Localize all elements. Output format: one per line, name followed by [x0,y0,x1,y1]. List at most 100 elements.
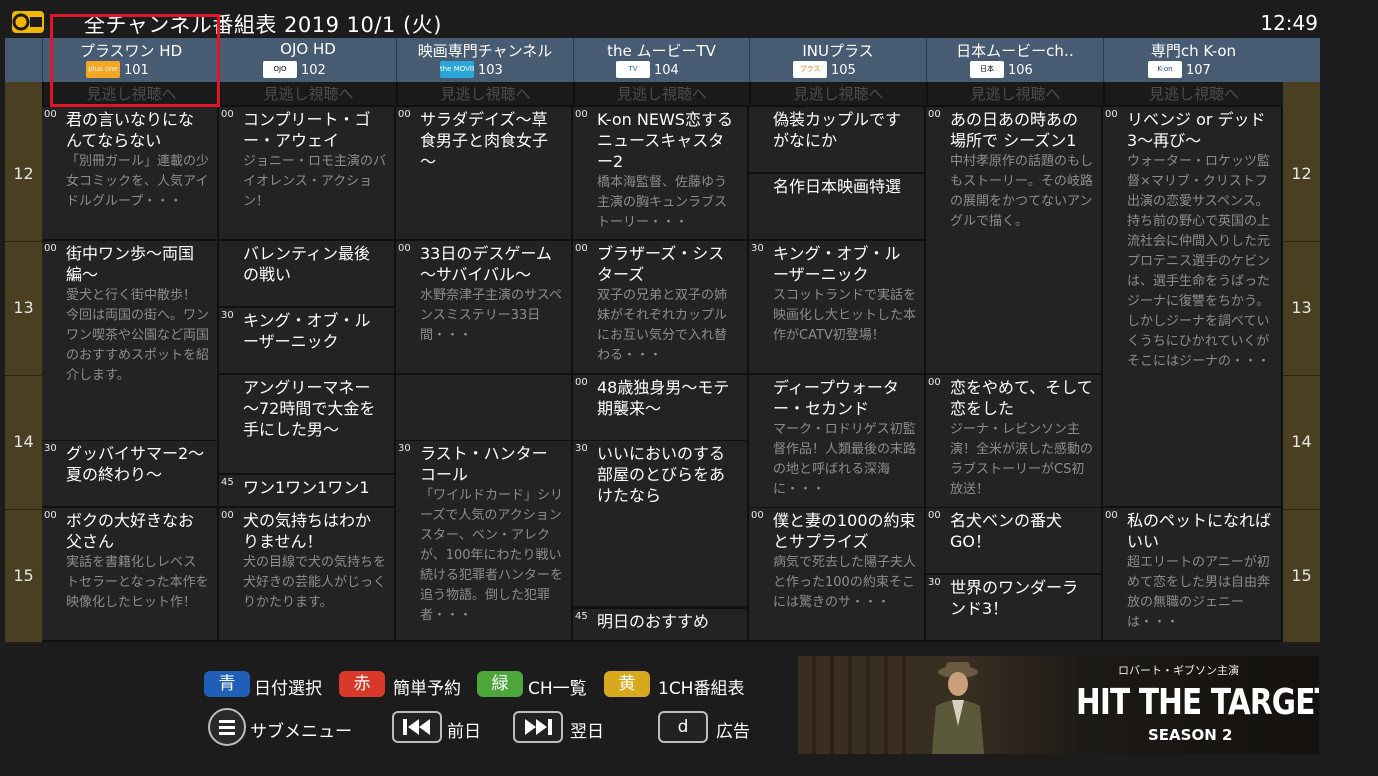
ad-season: SEASON 2 [1148,726,1233,744]
program-description: 「別冊ガール」連載の少女コミックを、人気アイドルグループ・・・ [66,154,210,209]
channel-number: 106 [1008,63,1033,78]
channel-header-104[interactable]: the ムービーTV TV 104 [573,38,749,82]
channel-number: 104 [654,63,679,78]
time-column-left: 12 13 14 15 [5,82,42,644]
program-cell[interactable]: 00 街中ワン歩～両国編～ 愛犬と行く街中散歩！ 今回は両国の街へ。ワンワン喫茶や公… [42,241,219,442]
missed-viewing-link[interactable]: 見逃し視聴へ [749,82,926,107]
program-description: 橋本海監督、佐藤ゆう主演の胸キュンラブストーリー・・・ [597,175,728,230]
submenu-button[interactable] [208,708,246,746]
missed-viewing-link[interactable]: 見逃し視聴へ [396,82,573,107]
program-cell[interactable]: 名作日本映画特選 [749,174,926,241]
program-title-block: 私のペットになればいい 超エリートのアニーが初めて恋をした男は自由奔放の無職のジェ… [1127,510,1273,633]
missed-viewing-link[interactable]: 見逃し視聴へ [573,82,749,107]
program-title: 犬の気持ちはわかりません！ [243,511,372,551]
program-title: 恋をやめて、そして恋をした [950,378,1093,418]
next-day-button[interactable] [513,711,563,743]
program-title: K-on NEWS恋するニュースキャスター2 [597,110,733,171]
missed-viewing-link[interactable]: 見逃し視聴へ [219,82,396,107]
program-title-block: K-on NEWS恋するニュースキャスター2 橋本海監督、佐藤ゆう主演の胸キュンラ… [597,109,739,233]
color-key-button[interactable]: 緑 [477,671,523,697]
program-cell[interactable]: 30 いいにおいのする部屋のとびらをあけたなら [573,441,749,608]
hour-label: 15 [13,566,34,585]
program-cell[interactable]: 30 キング・オブ・ルーザーニック スコットランドで実話を映画化し大ヒットした本作が… [749,241,926,375]
program-start-minute: 00 [575,109,588,120]
program-cell[interactable]: 00 ブラザーズ・シスターズ 双子の兄弟と双子の姉妹がそれぞれカップルにお互い気分で… [573,241,749,375]
program-cell[interactable]: 00 K-on NEWS恋するニュースキャスター2 橋本海監督、佐藤ゆう主演の胸キュ… [573,107,749,241]
program-cell[interactable]: 00 恋をやめて、そして恋をした ジーナ・レビンソン主演！全米が涙した感動のラブスト… [926,375,1103,509]
program-cell[interactable]: 00 リベンジ or デッド3～再び～ ウォーター・ロケッツ監督×マリブ・クリストフ… [1103,107,1283,508]
program-description: スコットランドで実話を映画化し大ヒットした本作がCATV初登場！ [773,288,917,343]
program-title-block [420,377,563,378]
color-key-button[interactable]: 黄 [604,671,650,697]
channel-header-103[interactable]: 映画専門チャンネル the MOVIE 103 [396,38,573,82]
channel-header-107[interactable]: 専門ch K-on K-on 107 [1103,38,1283,82]
program-title: ディープウォーター・セカンド [773,378,899,418]
program-title-block: 世界のワンダーランド3！ [950,577,1093,620]
program-cell[interactable]: 30 グッバイサマー2～夏の終わり～ [42,441,219,508]
program-start-minute: 00 [398,243,411,254]
channel-header-106[interactable]: 日本ムービーch‥ 日本 106 [926,38,1103,82]
channel-header-105[interactable]: INUプラス プラス 105 [749,38,926,82]
program-cell[interactable]: 45 ワン1ワン1ワン1 [219,475,396,508]
program-title: キング・オブ・ルーザーニック [773,244,901,284]
program-title: バレンティン最後の戦い [243,244,371,284]
program-cell[interactable]: 00 君の言いなりになんてならない 「別冊ガール」連載の少女コミックを、人気アイドル… [42,107,219,241]
channel-number: 103 [478,63,503,78]
missed-viewing-link[interactable]: 見逃し視聴へ [926,82,1103,107]
program-cell[interactable]: ディープウォーター・セカンド マーク・ロドリゲス初監督作品！人類最後の末路の地と呼… [749,375,926,509]
program-cell[interactable]: 00 ボクの大好きなお父さん 実話を書籍化しレベストセラーとなった本作を映像化したヒ… [42,508,219,642]
program-title: 名犬ベンの番犬GO！ [950,511,1063,551]
program-start-minute: 00 [928,510,941,521]
d-button[interactable]: d [658,711,708,743]
program-cell[interactable]: 00 48歳独身男～モテ期襲来～ [573,375,749,442]
program-cell[interactable]: 00 名犬ベンの番犬GO！ [926,508,1103,575]
program-description: 水野奈津子主演のサスペンスミステリー33日間・・・ [420,288,562,343]
program-cell[interactable]: 00 あの日あの時あの場所で シーズン1 中村孝原作の話題のもしもストーリー。その岐… [926,107,1103,375]
program-title-block: ディープウォーター・セカンド マーク・ロドリゲス初監督作品！人類最後の末路の地と呼… [773,377,916,500]
program-cell[interactable]: 00 犬の気持ちはわかりません！ 犬の目線で犬の気持ちを犬好きの芸能人がじっくりかた… [219,508,396,642]
skip-forward-icon [525,719,552,735]
color-key-button[interactable]: 青 [204,671,250,697]
program-cell[interactable]: 00 私のペットになればいい 超エリートのアニーが初めて恋をした男は自由奔放の無職の… [1103,508,1283,642]
program-title-block: 街中ワン歩～両国編～ 愛犬と行く街中散歩！ 今回は両国の街へ。ワンワン喫茶や公園な… [66,243,209,386]
program-cell[interactable]: 45 明日のおすすめ [573,609,749,642]
channel-number: 107 [1186,63,1211,78]
program-cell[interactable]: 30 キング・オブ・ルーザーニック [219,308,396,375]
hour-label: 12 [1291,164,1312,183]
program-title: ラスト・ハンターコール [420,444,548,484]
ad-background-building [798,656,918,754]
program-start-minute: 00 [221,510,234,521]
program-title-block: キング・オブ・ルーザーニック スコットランドで実話を映画化し大ヒットした本作がCA… [773,243,916,346]
color-key-button[interactable]: 赤 [339,671,385,697]
prev-day-button[interactable] [392,711,442,743]
program-cell[interactable]: 00 コンプリート・ゴー・アウェイ ジョニー・ロモ主演のバイオレンス・アクション！ [219,107,396,241]
channel-header-102[interactable]: OJO HD OJO 102 [219,38,396,82]
program-start-minute: 00 [44,510,57,521]
program-description: 双子の兄弟と双子の姉妹がそれぞれカップルにお互い気分で入れ替わる・・・ [597,288,728,363]
color-key-label: 日付選択 [254,679,322,699]
ad-label: 広告 [716,722,750,742]
program-cell[interactable] [396,375,573,442]
program-cell[interactable]: 00 サラダデイズ～草食男子と肉食女子～ [396,107,573,241]
ad-banner[interactable]: ロバート・ギブソン主演 HIT THE TARGET SEASON 2 [798,656,1319,754]
program-title-block: あの日あの時あの場所で シーズン1 中村孝原作の話題のもしもストーリー。その岐路の… [950,109,1093,232]
program-cell[interactable]: 00 僕と妻の100の約束とサプライズ 病気で死去した陽子夫人と作った100の約束そ… [749,508,926,642]
program-description: 愛犬と行く街中散歩！ 今回は両国の街へ。ワンワン喫茶や公園など両国のおすすめスポ… [66,288,210,383]
program-cell[interactable]: アングリーマネー～72時間で大金を手にした男～ [219,375,396,475]
program-cell[interactable]: 30 ラスト・ハンターコール 「ワイルドカード」シリーズで人気のアクションスター、ベ… [396,441,573,642]
program-start-minute: 00 [751,510,764,521]
program-start-minute: 45 [221,477,234,488]
program-cell[interactable]: 30 世界のワンダーランド3！ [926,575,1103,642]
program-cell[interactable]: 00 33日のデスゲーム～サバイバル～ 水野奈津子主演のサスペンスミステリー33日間… [396,241,573,375]
missed-viewing-link[interactable]: 見逃し視聴へ [1103,82,1283,107]
channel-logo-icon: the MOVIE [440,61,474,78]
program-title: 君の言いなりになんてならない [66,110,195,150]
program-cell[interactable]: 偽装カップルですがなにか [749,107,926,174]
program-title: 僕と妻の100の約束とサプライズ [773,511,916,551]
program-title: 私のペットになればいい [1127,511,1272,551]
program-start-minute: 30 [44,443,57,454]
program-cell[interactable]: バレンティン最後の戦い [219,241,396,308]
program-title-block: いいにおいのする部屋のとびらをあけたなら [597,443,739,507]
program-start-minute: 00 [44,109,57,120]
channel-logo-icon: プラス [793,61,827,78]
